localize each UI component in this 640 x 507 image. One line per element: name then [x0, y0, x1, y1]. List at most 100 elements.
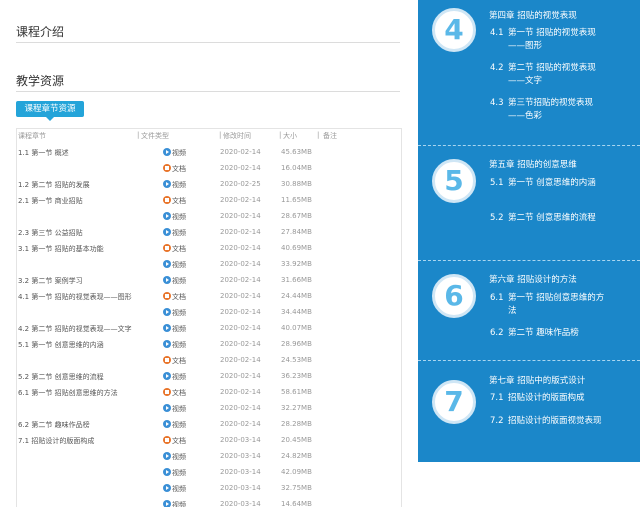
video-icon[interactable]: [163, 452, 171, 460]
row-file-type[interactable]: 文档: [172, 356, 186, 366]
col-header-notes: 备注: [323, 132, 337, 140]
row-file-type[interactable]: 视频: [172, 372, 186, 382]
row-chapter-name[interactable]: 1.2 第二节 招贴的发展: [18, 180, 90, 190]
section-number: 4.2: [490, 63, 504, 73]
document-icon[interactable]: [163, 436, 171, 444]
document-icon[interactable]: [163, 164, 171, 172]
video-icon[interactable]: [163, 340, 171, 348]
row-chapter-name[interactable]: 3.2 第二节 案例学习: [18, 276, 83, 286]
row-chapter-name[interactable]: 1.1 第一节 概述: [18, 148, 69, 158]
document-icon[interactable]: [163, 196, 171, 204]
row-file-type[interactable]: 视频: [172, 228, 186, 238]
row-file-type[interactable]: 视频: [172, 260, 186, 270]
row-file-type[interactable]: 视频: [172, 276, 186, 286]
chapter-number-badge: 7: [432, 380, 476, 424]
chapter-section-link[interactable]: 7.1 招贴设计的版面构成: [490, 392, 608, 405]
video-icon[interactable]: [163, 180, 171, 188]
table-row: 视频 2020-03-14 24.82MB: [17, 449, 401, 465]
row-file-type[interactable]: 视频: [172, 404, 186, 414]
col-header-type: 文件类型: [141, 132, 169, 140]
document-icon[interactable]: [163, 244, 171, 252]
chapter-title[interactable]: 第四章 招贴的视觉表现: [489, 9, 577, 21]
video-icon[interactable]: [163, 500, 171, 507]
tab-pointer: [46, 117, 54, 121]
row-file-type[interactable]: 视频: [172, 468, 186, 478]
video-icon[interactable]: [163, 420, 171, 428]
document-icon[interactable]: [163, 388, 171, 396]
chapter-section-link[interactable]: 5.2 第二节 创意思维的流程: [490, 212, 608, 225]
row-file-type[interactable]: 视频: [172, 340, 186, 350]
video-icon[interactable]: [163, 308, 171, 316]
row-chapter-name[interactable]: 5.1 第一节 创意思维的内涵: [18, 340, 104, 350]
row-file-type[interactable]: 文档: [172, 196, 186, 206]
row-modified-date: 2020-02-25: [220, 180, 261, 188]
row-file-type[interactable]: 文档: [172, 164, 186, 174]
table-row: 4.2 第二节 招贴的视觉表现——文字 视频 2020-02-14 40.07MB: [17, 321, 401, 337]
row-file-size: 30.88MB: [281, 180, 312, 188]
course-intro-title: 课程介绍: [16, 25, 65, 39]
row-chapter-name[interactable]: 4.2 第二节 招贴的视觉表现——文字: [18, 324, 132, 334]
row-file-size: 14.64MB: [281, 500, 312, 507]
row-file-size: 28.67MB: [281, 212, 312, 220]
row-modified-date: 2020-03-14: [220, 484, 261, 492]
document-icon[interactable]: [163, 356, 171, 364]
video-icon[interactable]: [163, 148, 171, 156]
row-modified-date: 2020-02-14: [220, 212, 261, 220]
row-chapter-name[interactable]: 6.1 第一节 招贴创意思维的方法: [18, 388, 118, 398]
row-modified-date: 2020-03-14: [220, 452, 261, 460]
video-icon[interactable]: [163, 260, 171, 268]
row-chapter-name[interactable]: 3.1 第一节 招贴的基本功能: [18, 244, 104, 254]
row-file-type[interactable]: 视频: [172, 308, 186, 318]
row-file-size: 27.84MB: [281, 228, 312, 236]
table-row: 视频 2020-02-14 32.27MB: [17, 401, 401, 417]
row-file-type[interactable]: 视频: [172, 212, 186, 222]
row-file-type[interactable]: 视频: [172, 500, 186, 507]
section-number: 6.1: [490, 293, 504, 303]
row-chapter-name[interactable]: 6.2 第二节 趣味作品榜: [18, 420, 90, 430]
table-row: 视频 2020-02-14 28.67MB: [17, 209, 401, 225]
video-icon[interactable]: [163, 212, 171, 220]
row-file-type[interactable]: 视频: [172, 324, 186, 334]
row-chapter-name[interactable]: 2.3 第三节 公益招贴: [18, 228, 83, 238]
row-file-size: 32.75MB: [281, 484, 312, 492]
chapter-title[interactable]: 第五章 招贴的创意思维: [489, 158, 577, 170]
chapter-title[interactable]: 第七章 招贴中的版式设计: [489, 374, 585, 386]
chapter-section-link[interactable]: 4.2 第二节 招贴的视觉表现——文字: [490, 62, 608, 88]
row-chapter-name[interactable]: 2.1 第一节 商业招贴: [18, 196, 83, 206]
section-title: 第二节 创意思维的流程: [508, 213, 596, 223]
row-file-type[interactable]: 文档: [172, 436, 186, 446]
chapter-section-link[interactable]: 5.1 第一节 创意思维的内涵: [490, 177, 608, 190]
video-icon[interactable]: [163, 484, 171, 492]
video-icon[interactable]: [163, 404, 171, 412]
chapter-title[interactable]: 第六章 招贴设计的方法: [489, 273, 577, 285]
row-chapter-name[interactable]: 4.1 第一节 招贴的视觉表现——图形: [18, 292, 132, 302]
chapter-section-link[interactable]: 6.2 第二节 趣味作品榜: [490, 327, 608, 340]
tab-chapter-resources[interactable]: 课程章节资源: [16, 101, 84, 121]
video-icon[interactable]: [163, 276, 171, 284]
row-modified-date: 2020-02-14: [220, 244, 261, 252]
row-file-type[interactable]: 文档: [172, 244, 186, 254]
chapter-block: 7 第七章 招贴中的版式设计 7.1 招贴设计的版面构成 7.2 招贴设计的版面视觉表现: [418, 360, 640, 462]
row-chapter-name[interactable]: 7.1 招贴设计的版面构成: [18, 436, 94, 446]
video-icon[interactable]: [163, 468, 171, 476]
tab-label: 课程章节资源: [24, 104, 76, 114]
row-file-type[interactable]: 视频: [172, 452, 186, 462]
row-file-type[interactable]: 视频: [172, 148, 186, 158]
section-title: 第二节 招贴的视觉表现——文字: [508, 63, 596, 86]
video-icon[interactable]: [163, 228, 171, 236]
row-file-type[interactable]: 文档: [172, 388, 186, 398]
document-icon[interactable]: [163, 292, 171, 300]
video-icon[interactable]: [163, 324, 171, 332]
chapter-section-link[interactable]: 4.3 第三节招贴的视觉表现——色彩: [490, 97, 608, 123]
table-header: 课程章节 | 文件类型 | 修改时间 | 大小 | 备注: [17, 129, 401, 141]
chapter-section-link[interactable]: 7.2 招贴设计的版面视觉表现: [490, 415, 608, 428]
video-icon[interactable]: [163, 372, 171, 380]
row-file-size: 34.44MB: [281, 308, 312, 316]
row-file-type[interactable]: 文档: [172, 292, 186, 302]
chapter-section-link[interactable]: 6.1 第一节 招贴创意思维的方法: [490, 292, 608, 318]
row-file-type[interactable]: 视频: [172, 420, 186, 430]
row-file-type[interactable]: 视频: [172, 484, 186, 494]
row-chapter-name[interactable]: 5.2 第二节 创意思维的流程: [18, 372, 104, 382]
row-file-type[interactable]: 视频: [172, 180, 186, 190]
chapter-section-link[interactable]: 4.1 第一节 招贴的视觉表现——图形: [490, 27, 608, 53]
